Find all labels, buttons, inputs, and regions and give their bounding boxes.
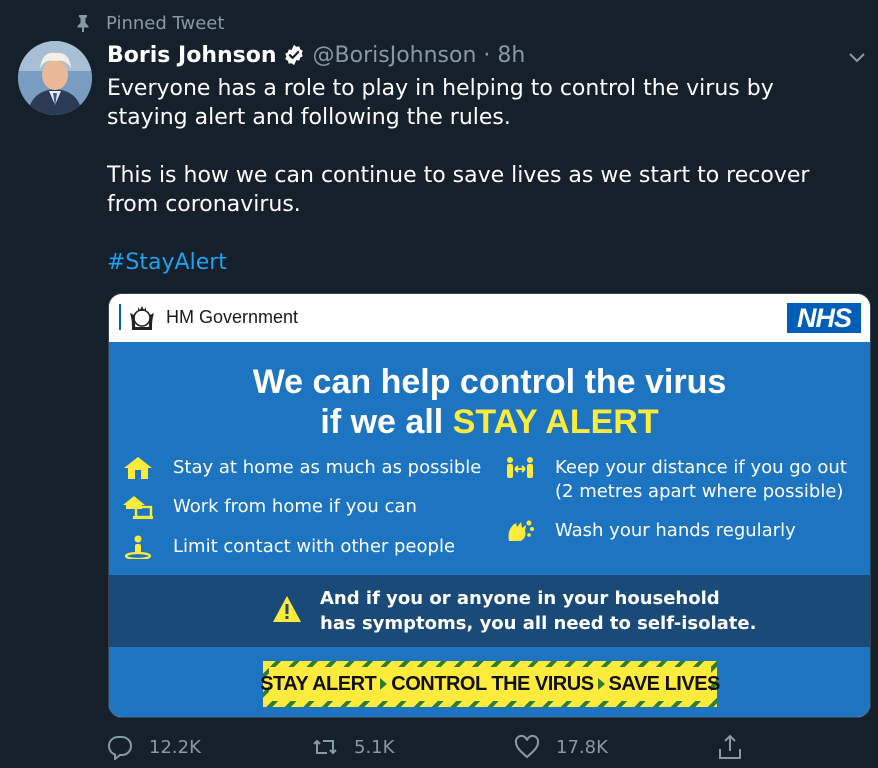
royal-crest-icon <box>130 306 154 330</box>
tweet-time[interactable]: 8h <box>497 43 525 68</box>
nhs-logo: NHS <box>787 303 861 333</box>
reply-count: 12.2K <box>149 736 201 758</box>
warning-line: And if you or anyone in your household <box>320 588 720 609</box>
share-icon <box>719 734 741 759</box>
guidance-subtext: (2 metres apart where possible) <box>555 481 844 502</box>
tweet-text: Everyone has a role to play in helping t… <box>107 74 847 277</box>
chevron-down-icon[interactable] <box>846 46 868 68</box>
tweet-paragraph: This is how we can continue to save live… <box>107 163 810 217</box>
reply-icon <box>107 735 132 760</box>
distance-icon <box>505 456 535 480</box>
tweet-actions: 12.2K 5.1K 17.8K <box>107 733 747 761</box>
guidance-item: Keep your distance if you go out (2 metre… <box>505 456 847 504</box>
tweet-image[interactable]: HM Government NHS We can help control th… <box>108 293 871 718</box>
slogan-part: SAVE LIVES <box>608 672 721 695</box>
headline-line2-prefix: if we all <box>320 403 453 441</box>
guidance-text: Work from home if you can <box>173 496 417 517</box>
guidance-text: Keep your distance if you go out <box>555 457 847 478</box>
retweet-count: 5.1K <box>354 736 395 758</box>
card-main: We can help control the virus if we all … <box>109 342 870 575</box>
gov-label: HM Government <box>166 307 299 327</box>
pinned-indicator: Pinned Tweet <box>75 11 224 35</box>
guidance-item: Work from home if you can <box>123 495 417 519</box>
headline-line1: We can help control the virus <box>252 363 727 401</box>
guidance-text: Stay at home as much as possible <box>173 457 482 478</box>
author-name[interactable]: Boris Johnson <box>107 43 277 68</box>
card-headline: We can help control the virus if we all … <box>109 362 870 442</box>
wash-hands-icon <box>505 519 535 543</box>
share-button[interactable] <box>717 733 759 761</box>
warning-line: has symptoms, you all need to self-isola… <box>320 613 757 634</box>
author-handle[interactable]: @BorisJohnson <box>313 43 477 68</box>
guidance-text: Wash your hands regularly <box>555 520 796 541</box>
slogan-part: CONTROL THE VIRUS <box>391 672 594 695</box>
slogan-banner: STAY ALERT CONTROL THE VIRUS SAVE LIVES <box>260 661 721 707</box>
card-header: HM Government NHS <box>109 294 870 342</box>
tweet-header: Boris Johnson @BorisJohnson · 8h <box>107 40 525 70</box>
slogan-arrow-icon <box>597 678 605 690</box>
tweet-paragraph: Everyone has a role to play in helping t… <box>107 76 774 130</box>
separator-dot: · <box>483 42 491 68</box>
like-button[interactable]: 17.8K <box>514 733 608 761</box>
pinned-label: Pinned Tweet <box>106 12 225 34</box>
slogan-arrow-icon <box>380 678 388 690</box>
retweet-button[interactable]: 5.1K <box>312 733 394 761</box>
headline-highlight: STAY ALERT <box>452 403 659 441</box>
heart-icon <box>514 734 540 759</box>
guidance-item: Limit contact with other people <box>123 535 456 561</box>
guidance-item: Wash your hands regularly <box>505 519 796 543</box>
guidance-item: Stay at home as much as possible <box>123 456 481 480</box>
verified-badge-icon <box>284 44 303 66</box>
self-isolate-notice: And if you or anyone in your household h… <box>109 575 870 647</box>
card-footer: STAY ALERT CONTROL THE VIRUS SAVE LIVES <box>109 647 870 717</box>
like-count: 17.8K <box>556 736 608 758</box>
pin-icon <box>77 15 89 32</box>
person-icon <box>123 535 153 561</box>
work-from-home-icon <box>123 495 153 519</box>
retweet-icon <box>313 739 337 755</box>
slogan-part: STAY ALERT <box>260 672 377 695</box>
warning-icon <box>273 596 301 622</box>
avatar[interactable] <box>18 41 92 115</box>
reply-button[interactable]: 12.2K <box>107 733 201 761</box>
hashtag-link[interactable]: #StayAlert <box>107 250 227 275</box>
home-icon <box>123 456 153 480</box>
guidance-text: Limit contact with other people <box>173 536 456 557</box>
